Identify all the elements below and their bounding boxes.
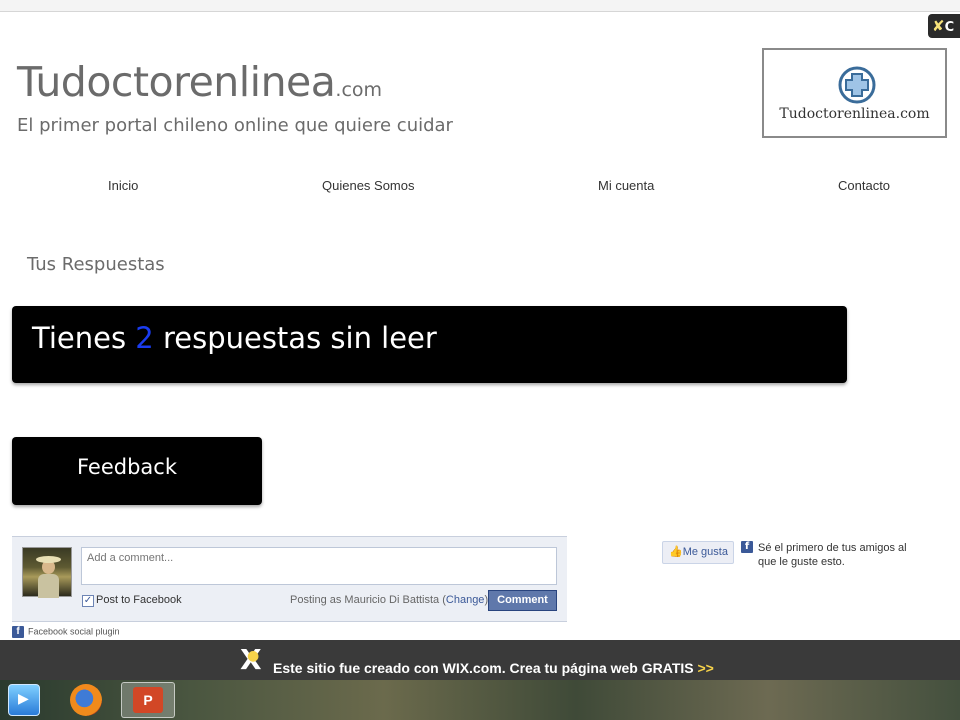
post-to-facebook-checkbox[interactable]: ✓ [82, 595, 94, 607]
post-to-facebook-label: Post to Facebook [96, 594, 182, 606]
site-logo[interactable]: Tudoctorenlinea.com [762, 48, 947, 138]
facebook-social-plugin-link[interactable]: f Facebook social plugin [12, 626, 120, 638]
site-tagline: El primer portal chileno online que quie… [17, 115, 453, 136]
wix-x-icon: ✘ [932, 17, 945, 35]
wix-logo-icon: X ● [240, 643, 262, 676]
facebook-f-icon: f [12, 626, 24, 638]
unread-suffix: respuestas sin leer [153, 321, 437, 355]
nav-item-mi-cuenta[interactable]: Mi cuenta [598, 178, 654, 193]
facebook-comments-box: ✓ Post to Facebook Posting as Mauricio D… [12, 536, 567, 622]
wix-promo-text: Este sitio fue creado con WIX.com. Crea … [273, 660, 694, 676]
avatar [22, 547, 72, 598]
change-user-link[interactable]: Change [446, 594, 485, 606]
page-root: ✘C Tudoctorenlinea.com El primer portal … [0, 0, 960, 720]
nav-item-inicio[interactable]: Inicio [108, 178, 138, 193]
unread-prefix: Tienes [32, 321, 136, 355]
wix-corner-label: C [944, 20, 955, 35]
like-button-label: Me gusta [682, 546, 728, 558]
avatar-body [38, 574, 59, 598]
os-taskbar: P [0, 680, 960, 720]
page-title: Tus Respuestas [27, 254, 165, 275]
main-nav: Inicio Quienes Somos Mi cuenta Contacto [0, 178, 960, 198]
social-plugin-label: Facebook social plugin [28, 626, 120, 637]
logo-text: Tudoctorenlinea.com [779, 106, 930, 122]
like-button[interactable]: 👍Me gusta [662, 541, 734, 564]
medical-cross-icon [838, 66, 876, 104]
comment-input[interactable] [81, 547, 557, 585]
browser-top-strip [0, 0, 960, 12]
thumbs-up-icon: 👍 [669, 546, 683, 558]
site-title-main: Tudoctorenlinea [17, 58, 336, 106]
site-title[interactable]: Tudoctorenlinea.com [17, 58, 382, 106]
comment-button[interactable]: Comment [488, 590, 557, 611]
posting-as-prefix: Posting as Mauricio Di Battista ( [290, 594, 446, 606]
feedback-button[interactable]: Feedback [12, 437, 262, 505]
unread-answers-text: Tienes 2 respuestas sin leer [32, 321, 437, 355]
site-title-tld: .com [335, 79, 383, 101]
wix-promo-link[interactable]: Este sitio fue creado con WIX.com. Crea … [273, 660, 714, 676]
media-player-icon[interactable] [8, 684, 40, 716]
firefox-icon[interactable] [70, 684, 102, 716]
avatar-hat [36, 556, 61, 563]
nav-item-contacto[interactable]: Contacto [838, 178, 890, 193]
powerpoint-taskbar-button[interactable]: P [121, 682, 175, 718]
posting-as-text: Posting as Mauricio Di Battista (Change) [290, 594, 488, 606]
like-social-text: Sé el primero de tus amigos al que le gu… [758, 542, 907, 568]
nav-item-quienes-somos[interactable]: Quienes Somos [322, 178, 415, 193]
wix-promo-arrows: >> [697, 660, 714, 676]
unread-answers-banner: Tienes 2 respuestas sin leer [12, 306, 847, 383]
wix-corner-badge[interactable]: ✘C [928, 14, 960, 38]
powerpoint-icon: P [133, 687, 163, 713]
feedback-button-label: Feedback [77, 455, 178, 479]
unread-count: 2 [135, 321, 154, 355]
wix-promo-footer: X ● Este sitio fue creado con WIX.com. Cr… [0, 640, 960, 680]
facebook-f-icon: f [741, 541, 753, 553]
